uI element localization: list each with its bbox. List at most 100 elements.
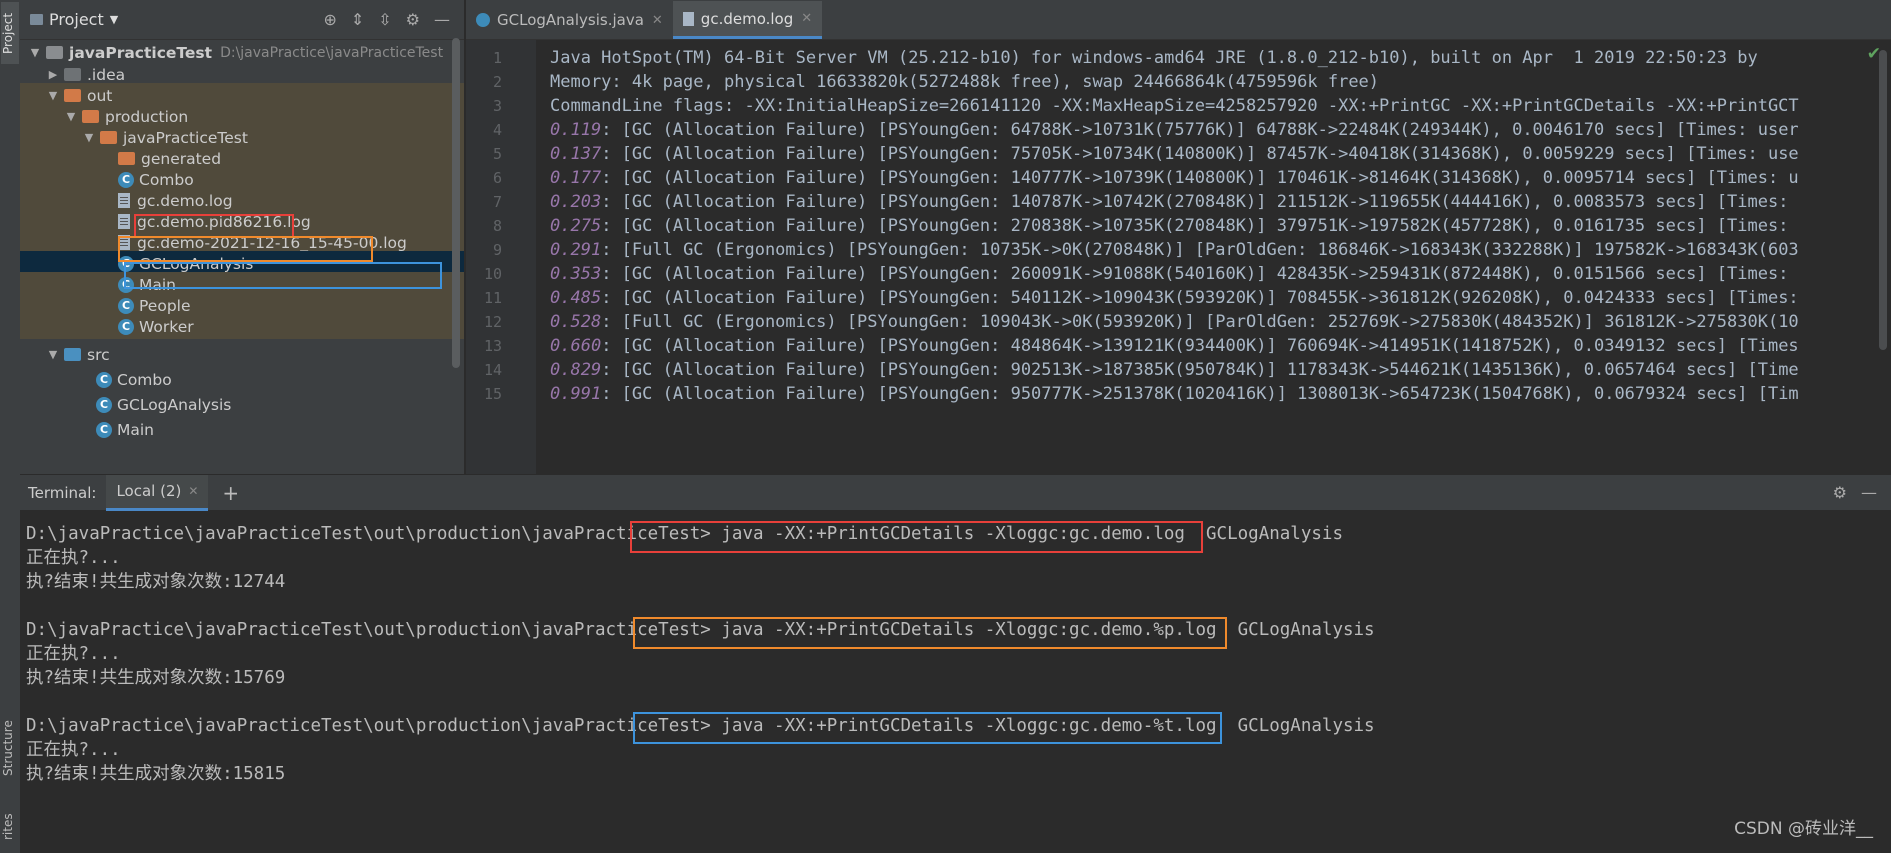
add-tab-icon[interactable]: +: [222, 481, 239, 505]
terminal-panel: Terminal: Local (2) ✕ + ⚙ — D:\javaPract…: [20, 474, 1891, 853]
code-text: : [GC (Allocation Failure) [PSYoungGen: …: [601, 384, 1799, 404]
terminal-tab-local[interactable]: Local (2) ✕: [106, 474, 209, 511]
terminal-header: Terminal: Local (2) ✕ + ⚙ —: [20, 474, 1891, 511]
tree-item-label: Combo: [139, 170, 194, 189]
tree-item-label: gc.demo.log: [137, 191, 233, 210]
close-icon[interactable]: ✕: [188, 484, 198, 498]
editor-tab-bar: GCLogAnalysis.java ✕ gc.demo.log ✕: [466, 0, 1891, 40]
code-text: Memory: 4k page, physical 16633820k(5272…: [550, 72, 1380, 92]
log-file-icon: [682, 11, 694, 26]
class-icon: C: [96, 371, 112, 388]
terminal-line: 执?结束!共生成对象次数:15769: [26, 668, 286, 688]
tree-item-src[interactable]: ▼ src: [20, 342, 464, 367]
tree-item-src-main[interactable]: C Main: [20, 417, 464, 442]
locate-icon[interactable]: ⊕: [323, 10, 336, 29]
editor-scrollbar[interactable]: [1879, 50, 1887, 350]
timestamp: 0.660: [550, 336, 602, 356]
code-text: Java HotSpot(TM) 64-Bit Server VM (25.21…: [550, 48, 1758, 68]
timestamp: 0.177: [550, 168, 602, 188]
chevron-down-icon[interactable]: ▼: [82, 131, 96, 144]
folder-icon: [100, 131, 117, 144]
folder-icon: [64, 348, 81, 361]
tree-item-label: src: [87, 345, 110, 364]
class-icon: C: [96, 421, 112, 438]
timestamp: 0.991: [550, 384, 602, 404]
code-text: : [Full GC (Ergonomics) [PSYoungGen: 107…: [601, 240, 1799, 260]
project-scrollbar[interactable]: [452, 38, 460, 368]
code-text: CommandLine flags: -XX:InitialHeapSize=2…: [550, 96, 1799, 116]
line-number: 15: [483, 385, 502, 403]
chevron-down-icon[interactable]: ▼: [46, 348, 60, 361]
highlight-box-orange: [633, 617, 1227, 649]
timestamp: 0.137: [550, 144, 602, 164]
chevron-down-icon[interactable]: ▼: [46, 89, 60, 102]
tree-item-worker[interactable]: C Worker: [20, 314, 464, 339]
terminal-tab-label: Local (2): [116, 482, 182, 500]
collapse-all-icon[interactable]: ⇳: [378, 10, 391, 29]
class-icon: C: [96, 396, 112, 413]
favorites-tool-tab[interactable]: rites: [1, 800, 19, 853]
tree-item-label: production: [105, 107, 189, 126]
code-text: : [GC (Allocation Failure) [PSYoungGen: …: [601, 192, 1789, 212]
timestamp: 0.829: [550, 360, 602, 380]
code-text: : [GC (Allocation Failure) [PSYoungGen: …: [601, 144, 1799, 164]
tab-gc-demo-log[interactable]: gc.demo.log ✕: [672, 1, 823, 39]
tree-item-path: D:\javaPractice\javaPracticeTest: [220, 44, 444, 61]
folder-icon: [46, 46, 63, 59]
chevron-down-icon[interactable]: ▼: [110, 13, 118, 26]
folder-icon: [82, 110, 99, 123]
highlight-box-blue: [124, 262, 442, 289]
tree-item-label: generated: [141, 149, 222, 168]
highlight-box-red: [630, 521, 1203, 553]
close-icon[interactable]: ✕: [801, 11, 812, 26]
code-text: : [GC (Allocation Failure) [PSYoungGen: …: [601, 360, 1799, 380]
structure-tool-tab[interactable]: Structure: [1, 708, 19, 788]
code-text: : [GC (Allocation Failure) [PSYoungGen: …: [601, 168, 1799, 188]
timestamp: 0.485: [550, 288, 602, 308]
code-text: : [GC (Allocation Failure) [PSYoungGen: …: [601, 336, 1799, 356]
code-text: : [GC (Allocation Failure) [PSYoungGen: …: [601, 264, 1789, 284]
tree-item-src-gcloganalysis[interactable]: C GCLogAnalysis: [20, 392, 464, 417]
terminal-line: 执?结束!共生成对象次数:12744: [26, 572, 286, 592]
tool-window-strip: Project Structure rites: [0, 0, 21, 853]
log-file-icon: [118, 193, 130, 208]
code-line[interactable]: 0.991: [GC (Allocation Failure) [PSYoung…: [550, 380, 1799, 409]
tree-item-label: Main: [117, 420, 155, 439]
class-icon: C: [118, 171, 134, 188]
close-icon[interactable]: ✕: [652, 13, 663, 28]
timestamp: 0.528: [550, 312, 602, 332]
class-icon: C: [118, 297, 134, 314]
tree-item-label: GCLogAnalysis: [117, 395, 232, 414]
tree-item-label: .idea: [87, 65, 126, 84]
watermark: CSDN @砖业洋__: [1734, 819, 1873, 839]
project-panel-title[interactable]: Project: [49, 10, 104, 29]
expand-all-icon[interactable]: ⇕: [351, 10, 364, 29]
chevron-down-icon[interactable]: ▼: [28, 46, 42, 59]
code-text: : [Full GC (Ergonomics) [PSYoungGen: 109…: [601, 312, 1799, 332]
tree-item-label: javaPracticeTest: [69, 43, 213, 62]
tab-label: gc.demo.log: [700, 9, 794, 28]
tree-item-src-combo[interactable]: C Combo: [20, 367, 464, 392]
folder-icon: [64, 68, 81, 81]
project-panel: Project ▼ ⊕ ⇕ ⇳ ⚙ — ▼ javaPracticeTest D…: [20, 0, 464, 474]
project-panel-header: Project ▼ ⊕ ⇕ ⇳ ⚙ —: [20, 0, 464, 40]
tree-item-label: out: [87, 86, 113, 105]
minimize-icon[interactable]: —: [434, 10, 450, 29]
project-tool-tab[interactable]: Project: [1, 2, 19, 64]
timestamp: 0.275: [550, 216, 602, 236]
folder-icon: [118, 152, 135, 165]
gear-icon[interactable]: ⚙: [406, 10, 420, 29]
gear-icon[interactable]: ⚙: [1833, 483, 1847, 502]
terminal-title: Terminal:: [28, 483, 97, 502]
class-icon: C: [118, 318, 134, 335]
timestamp: 0.291: [550, 240, 602, 260]
chevron-right-icon[interactable]: ▶: [46, 68, 60, 81]
tab-gcloganalysis-java[interactable]: GCLogAnalysis.java ✕: [466, 1, 673, 39]
minimize-icon[interactable]: —: [1861, 483, 1877, 502]
project-view-icon: [30, 14, 43, 25]
highlight-box-orange: [118, 236, 373, 262]
tree-item-label: Combo: [117, 370, 172, 389]
terminal-line: 执?结束!共生成对象次数:15815: [26, 764, 286, 784]
tree-item-label: javaPracticeTest: [123, 128, 248, 147]
chevron-down-icon[interactable]: ▼: [64, 110, 78, 123]
